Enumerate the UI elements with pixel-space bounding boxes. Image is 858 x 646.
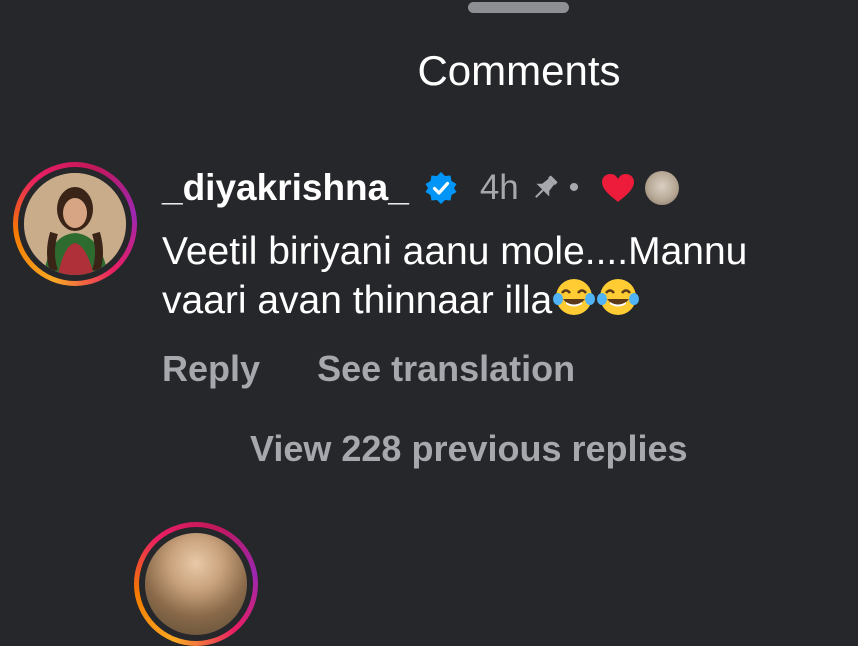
avatar-photo — [24, 173, 126, 275]
view-previous-replies-button[interactable]: View 228 previous replies — [250, 428, 688, 470]
comment-body: Veetil biriyani aanu mole....Mannu vaari… — [162, 229, 842, 324]
commenter-username[interactable]: _diyakrishna_ — [162, 167, 409, 209]
comment-header: _diyakrishna_ 4h • — [162, 165, 852, 211]
pinned-pin-icon — [529, 172, 561, 204]
sheet-title-text: Comments — [417, 47, 621, 94]
reply-button[interactable]: Reply — [162, 348, 260, 390]
comment-time: 4h — [479, 168, 519, 207]
creator-liked-heart-icon — [601, 173, 635, 203]
tears-of-joy-emoji-icon — [552, 275, 596, 319]
comment-item: _diyakrishna_ 4h • Veetil biriyani aanu … — [162, 165, 852, 389]
see-translation-button[interactable]: See translation — [317, 348, 575, 390]
tears-of-joy-emoji-icon — [596, 275, 640, 319]
comment-text: Veetil biriyani aanu mole....Mannu vaari… — [162, 230, 748, 322]
comment-actions: Reply See translation — [162, 348, 575, 390]
avatar-photo — [145, 533, 247, 635]
separator-dot: • — [568, 171, 580, 204]
creator-avatar-icon — [645, 171, 680, 205]
verified-badge-icon — [424, 171, 458, 205]
drag-handle[interactable] — [468, 2, 569, 13]
commenter-avatar[interactable] — [13, 162, 137, 286]
sheet-title: Comments — [0, 45, 858, 97]
